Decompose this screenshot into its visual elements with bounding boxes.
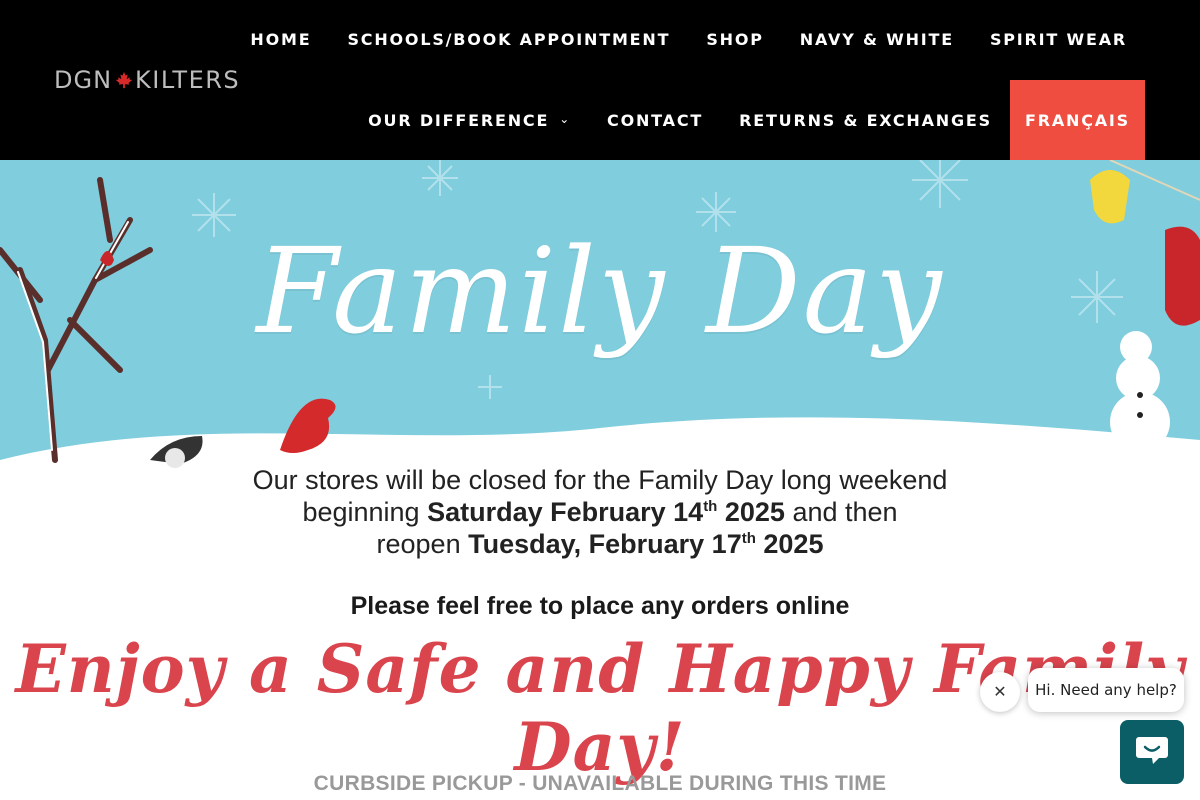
nav-shop[interactable]: SHOP: [688, 22, 781, 56]
banner-headline: Family Day: [256, 222, 944, 360]
nav-returns-exchanges[interactable]: RETURNS & EXCHANGES: [721, 80, 1010, 160]
closure-notice-line-2: beginning Saturday February 14th 2025 an…: [0, 496, 1200, 528]
primary-nav: HOME SCHOOLS/BOOK APPOINTMENT SHOP NAVY …: [232, 22, 1145, 56]
chat-greeting-bubble[interactable]: Hi. Need any help?: [1028, 668, 1184, 712]
notice-text: and then: [784, 497, 898, 527]
secondary-nav: OUR DIFFERENCE ⌄ CONTACT RETURNS & EXCHA…: [350, 80, 1145, 160]
closing-date: Saturday February 14th 2025: [427, 497, 785, 527]
nav-schools-book-appointment[interactable]: SCHOOLS/BOOK APPOINTMENT: [329, 22, 688, 56]
curbside-pickup-notice: CURBSIDE PICKUP - UNAVAILABLE DURING THI…: [313, 772, 887, 795]
chat-icon: [1135, 735, 1169, 770]
nav-francais-button[interactable]: FRANÇAIS: [1009, 80, 1145, 160]
logo-text-right: KILTERS: [135, 66, 241, 94]
nav-contact[interactable]: CONTACT: [589, 80, 721, 160]
nav-spirit-wear[interactable]: SPIRIT WEAR: [972, 22, 1145, 56]
nav-navy-white[interactable]: NAVY & WHITE: [782, 22, 972, 56]
nav-our-difference[interactable]: OUR DIFFERENCE ⌄: [350, 80, 589, 160]
chevron-down-icon: ⌄: [559, 112, 572, 126]
logo-text-left: DGN: [54, 66, 113, 94]
maple-leaf-icon: [115, 71, 133, 89]
notice-text: reopen: [376, 529, 469, 559]
closure-notice-line-1: Our stores will be closed for the Family…: [252, 465, 948, 495]
close-icon[interactable]: ✕: [980, 672, 1020, 712]
online-orders-message: Please feel free to place any orders onl…: [350, 592, 850, 620]
notice-text: beginning: [302, 497, 428, 527]
site-header: DGN KILTERS HOME SCHOOLS/BOOK APPOINTMEN…: [0, 0, 1200, 160]
reopen-date: Tuesday, February 17th 2025: [468, 529, 824, 559]
enjoy-message: Enjoy a Safe and Happy Family Day!: [15, 630, 1185, 786]
chat-launcher-button[interactable]: [1120, 720, 1184, 784]
nav-home[interactable]: HOME: [232, 22, 329, 56]
nav-our-difference-label: OUR DIFFERENCE: [368, 110, 550, 130]
closure-notice-line-3: reopen Tuesday, February 17th 2025: [0, 528, 1200, 560]
family-day-banner: Family Day Our stores will be closed for…: [0, 160, 1200, 800]
site-logo[interactable]: DGN KILTERS: [54, 66, 240, 94]
